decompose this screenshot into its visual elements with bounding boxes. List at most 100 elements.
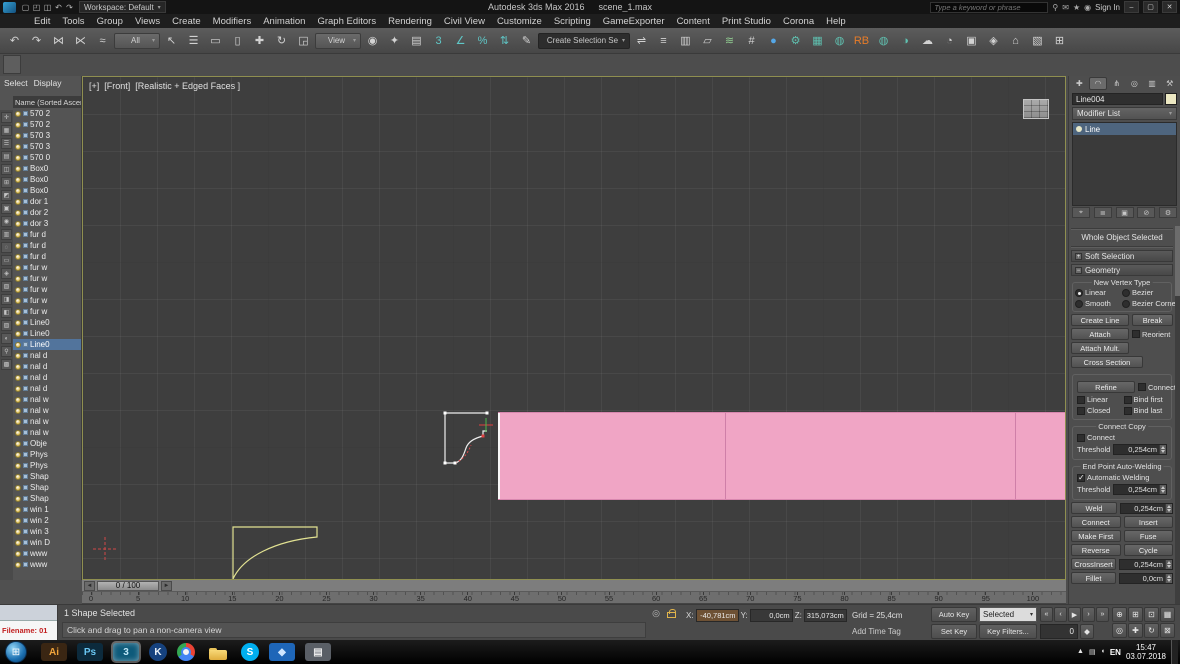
list-item[interactable]: www <box>13 548 81 559</box>
explorer-column-header[interactable]: Name (Sorted Ascending) <box>13 96 81 108</box>
list-item[interactable]: nal w <box>13 416 81 427</box>
sort-alphabetical-icon[interactable]: ▧ <box>1 281 12 292</box>
visibility-eye-icon[interactable] <box>15 132 21 139</box>
select-object-icon[interactable]: ↖ <box>161 31 182 51</box>
save-file-icon[interactable]: ◫ <box>42 3 53 12</box>
maximize-viewport-icon[interactable]: ⊠ <box>1160 623 1175 638</box>
list-item[interactable]: Phys <box>13 460 81 471</box>
modify-tab[interactable]: ◠ <box>1088 77 1108 90</box>
visibility-eye-icon[interactable] <box>15 385 21 392</box>
snaps-toggle-icon[interactable]: 3 <box>428 31 449 51</box>
composite-editor-icon[interactable]: ▣ <box>961 31 982 51</box>
bind-to-space-warp-icon[interactable]: ≈ <box>92 31 113 51</box>
time-slider[interactable]: ◄ 0 / 100 ► <box>82 580 1066 592</box>
select-invert-icon[interactable]: ◫ <box>1 164 12 175</box>
list-item[interactable]: Line0 <box>13 339 81 350</box>
volume-icon[interactable]: ◖ <box>1101 648 1105 656</box>
orbit-icon[interactable]: ↻ <box>1144 623 1159 638</box>
select-and-manipulate-icon[interactable]: ✦ <box>384 31 405 51</box>
fillet-button[interactable]: Fillet <box>1071 572 1116 584</box>
activeshade-icon[interactable]: ◑ <box>895 31 916 51</box>
zoom-extents-all-icon[interactable]: ▦ <box>1160 607 1175 622</box>
filter-shapes-icon[interactable]: ◉ <box>1 216 12 227</box>
motion-tab[interactable]: ◎ <box>1126 77 1143 90</box>
modifier-stack-item[interactable]: Line <box>1073 123 1176 135</box>
visibility-eye-icon[interactable] <box>15 330 21 337</box>
visibility-eye-icon[interactable] <box>15 341 21 348</box>
list-item[interactable]: nal d <box>13 350 81 361</box>
taskbar-skype[interactable]: S <box>241 643 259 661</box>
menu-item[interactable]: Tools <box>56 14 90 28</box>
graphite-ribbon-icon[interactable]: ▱ <box>697 31 718 51</box>
keyboard-shortcut-override-icon[interactable]: ▤ <box>406 31 427 51</box>
list-item[interactable]: 570 3 <box>13 130 81 141</box>
show-desktop-button[interactable] <box>1171 640 1178 664</box>
zoom-all-icon[interactable]: ⊞ <box>1128 607 1143 622</box>
visibility-eye-icon[interactable] <box>15 473 21 480</box>
key-mode-toggle[interactable]: ◆ <box>1080 624 1094 639</box>
closed-checkbox[interactable]: Closed <box>1077 406 1121 415</box>
y-coordinate-field[interactable]: 0,0cm <box>749 609 793 622</box>
list-item[interactable]: www <box>13 559 81 570</box>
render-setup-icon[interactable]: ⚙ <box>785 31 806 51</box>
linear-checkbox[interactable]: Linear <box>1077 395 1121 404</box>
vertex-type-radio[interactable]: Smooth <box>1075 299 1122 308</box>
object-name-field[interactable]: Line004 <box>1072 93 1163 105</box>
set-key-button[interactable]: Set Key <box>931 624 977 639</box>
connect-copy-checkbox[interactable]: Connect <box>1077 433 1167 442</box>
visibility-eye-icon[interactable] <box>15 429 21 436</box>
make-first-button[interactable]: Make First <box>1071 530 1121 542</box>
unlink-selection-icon[interactable]: ⋉ <box>70 31 91 51</box>
visibility-eye-icon[interactable] <box>15 462 21 469</box>
list-item[interactable]: Shap <box>13 482 81 493</box>
language-indicator[interactable]: EN <box>1110 648 1121 657</box>
weld-threshold-spinner[interactable]: 0,254cm <box>1113 484 1167 495</box>
explorer-settings-icon[interactable]: ▩ <box>1 359 12 370</box>
z-coordinate-field[interactable]: 315,073cm <box>803 609 847 622</box>
a360-gallery-icon[interactable]: ◔ <box>939 31 960 51</box>
menu-item[interactable]: Scripting <box>548 14 597 28</box>
list-item[interactable]: fur d <box>13 229 81 240</box>
explorer-tab-select[interactable]: Select <box>4 78 28 90</box>
cross-section-button[interactable]: Cross Section <box>1071 356 1143 368</box>
list-item[interactable]: fur d <box>13 240 81 251</box>
curve-editor-icon[interactable]: ≋ <box>719 31 740 51</box>
create-line-button[interactable]: Create Line <box>1071 314 1129 326</box>
current-frame-field[interactable]: 0 <box>1040 624 1078 639</box>
zoom-icon[interactable]: ⊕ <box>1112 607 1127 622</box>
viewport-menu-general[interactable]: [+] <box>89 81 99 91</box>
isolate-selection-icon[interactable]: ◎ <box>650 608 662 620</box>
named-selection-set-field[interactable]: Create Selection Se <box>538 32 630 49</box>
sort-by-type-icon[interactable]: ◨ <box>1 294 12 305</box>
radio-button[interactable] <box>1075 299 1083 308</box>
delete-object-icon[interactable]: ▨ <box>1 320 12 331</box>
list-item[interactable]: dor 1 <box>13 196 81 207</box>
sync-selection-icon[interactable]: ☰ <box>1 138 12 149</box>
visibility-eye-icon[interactable] <box>15 517 21 524</box>
list-item[interactable]: dor 3 <box>13 218 81 229</box>
weld-spinner[interactable]: 0,254cm <box>1120 502 1173 514</box>
modifier-list-dropdown[interactable]: Modifier List <box>1072 107 1177 120</box>
previous-frame-button[interactable]: ‹ <box>1054 607 1067 622</box>
spinner-arrows[interactable] <box>1159 485 1166 494</box>
connect-checkbox[interactable]: Connect <box>1138 383 1175 392</box>
visibility-eye-icon[interactable] <box>15 396 21 403</box>
taskbar-kmplayer[interactable]: K <box>149 643 167 661</box>
spinner-arrows[interactable] <box>1159 445 1166 454</box>
visibility-eye-icon[interactable] <box>15 506 21 513</box>
menu-item[interactable]: Help <box>820 14 852 28</box>
rollout-soft-selection[interactable]: + Soft Selection <box>1071 250 1173 262</box>
menu-item[interactable]: Rendering <box>382 14 438 28</box>
search-input[interactable] <box>930 1 1049 13</box>
menu-item[interactable]: Print Studio <box>716 14 777 28</box>
select-none-icon[interactable]: ▤ <box>1 151 12 162</box>
reorient-checkbox[interactable]: Reorient <box>1132 330 1173 339</box>
select-and-rotate-icon[interactable]: ↻ <box>271 31 292 51</box>
menu-item[interactable]: Customize <box>491 14 548 28</box>
next-frame-arrow[interactable]: ► <box>161 580 172 591</box>
workspace-dropdown[interactable]: Workspace: Default <box>79 1 166 13</box>
list-item[interactable]: Obje <box>13 438 81 449</box>
menu-item[interactable]: GameExporter <box>597 14 671 28</box>
grab-viewport-icon[interactable]: ▧ <box>1027 31 1048 51</box>
window-crossing-icon[interactable]: ▯ <box>227 31 248 51</box>
